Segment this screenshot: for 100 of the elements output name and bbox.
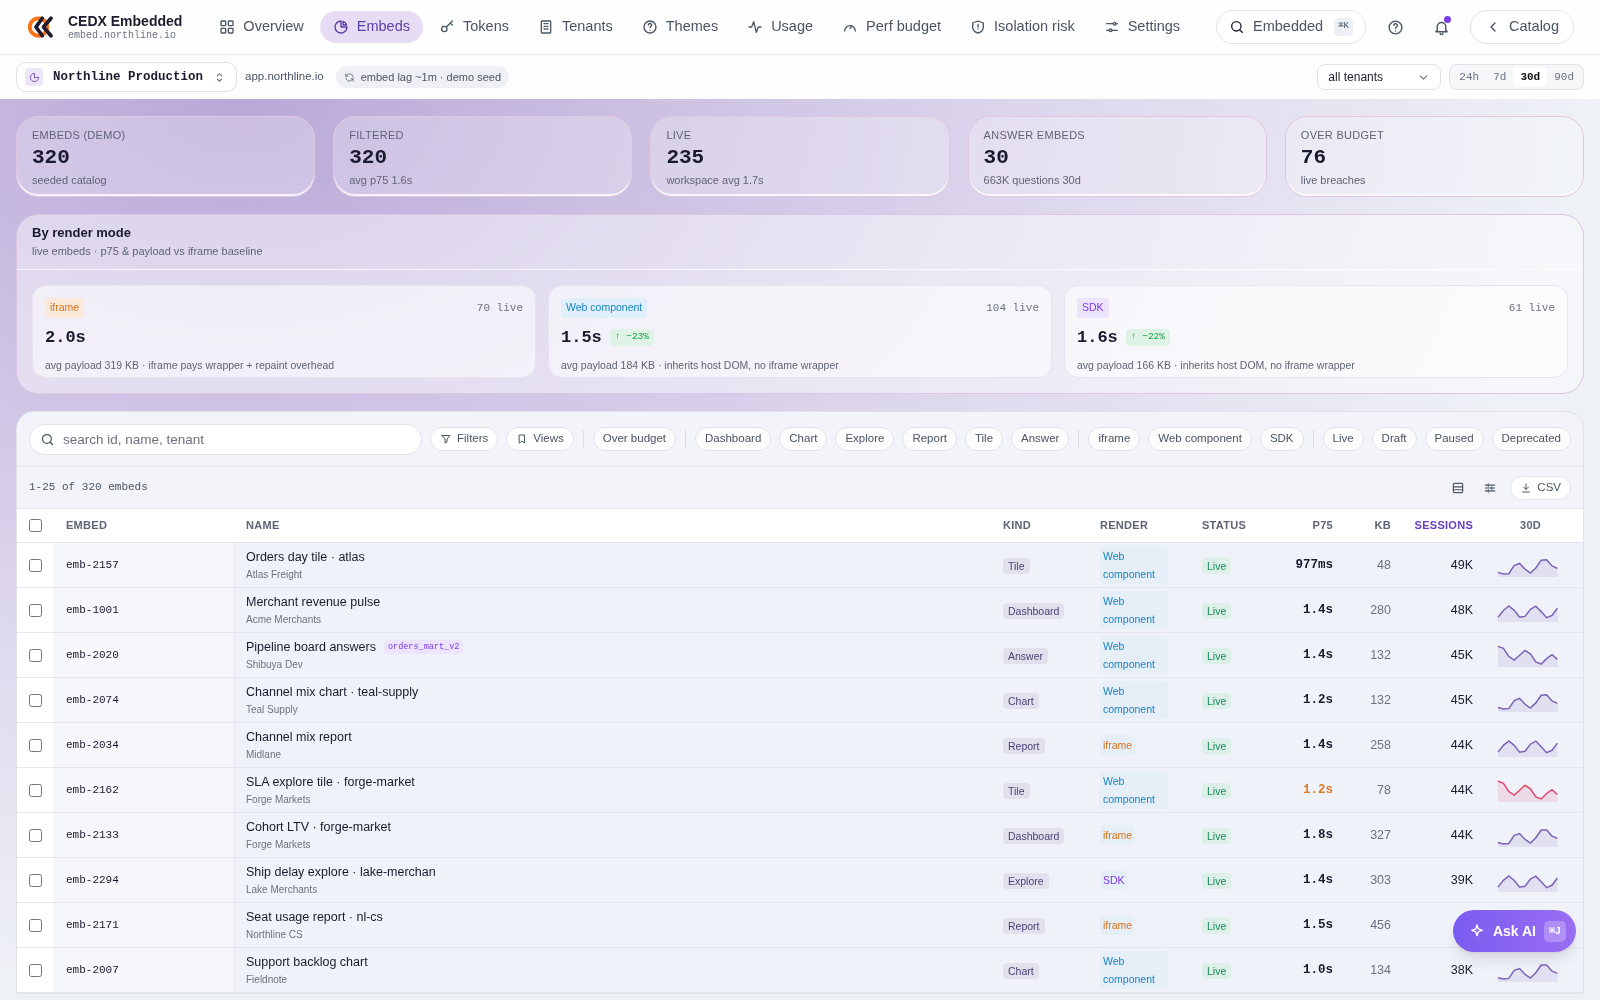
embed-name[interactable]: Seat usage report · nl-cs — [246, 907, 383, 927]
nav-tab[interactable]: Tenants — [524, 11, 626, 43]
embed-name[interactable]: Orders day tile · atlas — [246, 547, 365, 567]
row-checkbox[interactable] — [28, 648, 42, 662]
column-header[interactable]: RENDER — [1089, 517, 1191, 534]
filter-chip[interactable]: Answer — [1011, 427, 1070, 451]
row-checkbox[interactable] — [28, 558, 42, 572]
download-icon — [1520, 481, 1533, 494]
filter-chip[interactable]: SDK — [1259, 427, 1304, 451]
embed-id: emb-2007 — [53, 948, 235, 992]
live-count: 104 live — [986, 300, 1039, 316]
workspace-select[interactable]: Northline Production — [16, 62, 238, 92]
column-header[interactable]: KB — [1333, 517, 1391, 534]
row-checkbox[interactable] — [28, 603, 42, 617]
model-tag: orders_mart_v2 — [383, 639, 464, 655]
column-header[interactable]: P75 — [1271, 517, 1333, 534]
search-field[interactable]: search id, name, tenant — [29, 423, 422, 455]
filter-icon — [440, 433, 452, 445]
ask-ai-button[interactable]: Ask AI ⌘J — [1452, 910, 1576, 952]
p75-value: 1.5s — [561, 326, 602, 349]
toolbar-button[interactable]: Views — [506, 427, 574, 451]
embed-name[interactable]: Support backlog chart — [246, 952, 368, 972]
tenant-select[interactable]: all tenants — [1317, 64, 1442, 90]
filter-chip[interactable]: Over budget — [592, 427, 677, 451]
p75-value: 2.0s — [45, 326, 86, 349]
embed-name[interactable]: SLA explore tile · forge-market — [246, 772, 415, 792]
row-checkbox[interactable] — [28, 918, 42, 932]
embed-id: emb-2171 — [53, 903, 235, 947]
nav-tab[interactable]: Overview — [206, 11, 317, 43]
status-tag: Live — [1202, 873, 1232, 889]
select-all-checkbox[interactable] — [28, 519, 42, 532]
range-tab[interactable]: 90d — [1547, 67, 1581, 87]
sparkline — [1497, 643, 1559, 667]
stat-label: OVER BUDGET — [1300, 128, 1385, 143]
payload-note: avg payload 319 KB · iframe pays wrapper + repaint overhead — [45, 358, 336, 374]
catalog-button[interactable]: Catalog — [1470, 10, 1574, 44]
embed-name[interactable]: Ship delay explore · lake-merchan — [246, 862, 436, 882]
stat-note: seeded catalog — [32, 172, 108, 188]
range-tab[interactable]: 24h — [1452, 67, 1487, 87]
delta-badge: ↑ −23% — [609, 329, 655, 346]
column-header[interactable]: NAME — [235, 517, 1003, 534]
column-header[interactable]: SESSIONS — [1391, 517, 1477, 534]
range-tab[interactable]: 30d — [1513, 67, 1548, 87]
search-field[interactable]: Embedded ⌘K — [1216, 10, 1366, 44]
row-checkbox[interactable] — [28, 963, 42, 977]
filter-chip[interactable]: Explore — [835, 427, 895, 451]
export-button[interactable]: CSV — [1510, 475, 1571, 500]
filter-chip[interactable]: Draft — [1371, 427, 1417, 451]
nav-tab[interactable]: Settings — [1090, 11, 1194, 43]
filter-chip[interactable]: Report — [902, 427, 957, 451]
nav-tab[interactable]: Perf budget — [829, 11, 955, 43]
embed-name[interactable]: Cohort LTV · forge-market — [246, 817, 391, 837]
shortcut-key: ⌘K — [1334, 18, 1353, 36]
range-tab[interactable]: 7d — [1486, 67, 1514, 87]
host-url: app.northline.io — [245, 69, 324, 85]
nav-tab[interactable]: Usage — [734, 11, 827, 43]
filter-chip[interactable]: Chart — [779, 427, 828, 451]
tenant-name: Atlas Freight — [246, 568, 304, 583]
live-count: 70 live — [476, 300, 523, 316]
nav-tab[interactable]: Themes — [628, 11, 732, 43]
help-icon — [641, 19, 658, 35]
filter-chip[interactable]: Tile — [964, 427, 1004, 451]
nav-tab[interactable]: Isolation risk — [957, 11, 1088, 43]
embed-name[interactable]: Channel mix chart · teal-supply — [246, 682, 419, 702]
row-checkbox[interactable] — [28, 828, 42, 842]
toolbar-button[interactable]: Filters — [430, 427, 499, 451]
column-header[interactable]: 30D — [1477, 517, 1571, 534]
p75-value: 1.2s — [1302, 781, 1333, 799]
filter-chip[interactable]: iframe — [1088, 427, 1141, 451]
nav-tab[interactable]: Tokens — [426, 11, 522, 43]
payload-kb: 132 — [1369, 646, 1391, 664]
search-text: Embedded — [1253, 17, 1324, 37]
filter-chip[interactable]: Dashboard — [695, 427, 772, 451]
row-checkbox[interactable] — [28, 873, 42, 887]
column-header[interactable]: KIND — [1003, 517, 1089, 534]
render-tag: iframe — [45, 298, 85, 318]
delta-badge: ↑ −22% — [1125, 329, 1171, 346]
settings-icon — [1103, 19, 1120, 35]
app-domain: embed.northline.io — [68, 30, 178, 41]
filter-chip[interactable]: Paused — [1424, 427, 1484, 451]
sync-badge: embed lag ~1m · demo seed — [335, 66, 510, 88]
row-checkbox[interactable] — [28, 783, 42, 797]
column-header[interactable]: STATUS — [1191, 517, 1271, 534]
render-tag: Web component — [1100, 771, 1168, 809]
density-icon — [1451, 480, 1466, 495]
row-checkbox[interactable] — [28, 738, 42, 752]
row-checkbox[interactable] — [28, 693, 42, 707]
stat-value: 30 — [983, 144, 1010, 171]
embed-name[interactable]: Merchant revenue pulse — [246, 592, 381, 612]
filter-chip[interactable]: Live — [1322, 427, 1364, 451]
kind-tag: Dashboard — [1003, 603, 1065, 619]
filter-chip[interactable]: Web component — [1148, 427, 1252, 451]
nav-tab[interactable]: Embeds — [319, 11, 423, 43]
filter-chip[interactable]: Deprecated — [1491, 427, 1571, 451]
embed-name[interactable]: Pipeline board answers — [246, 637, 376, 657]
column-header[interactable]: EMBED — [53, 517, 235, 534]
payload-note: avg payload 184 KB · inherits host DOM, no iframe wrapper — [561, 358, 840, 374]
payload-kb: 303 — [1369, 871, 1391, 889]
status-tag: Live — [1202, 828, 1232, 844]
embed-name[interactable]: Channel mix report — [246, 727, 352, 747]
